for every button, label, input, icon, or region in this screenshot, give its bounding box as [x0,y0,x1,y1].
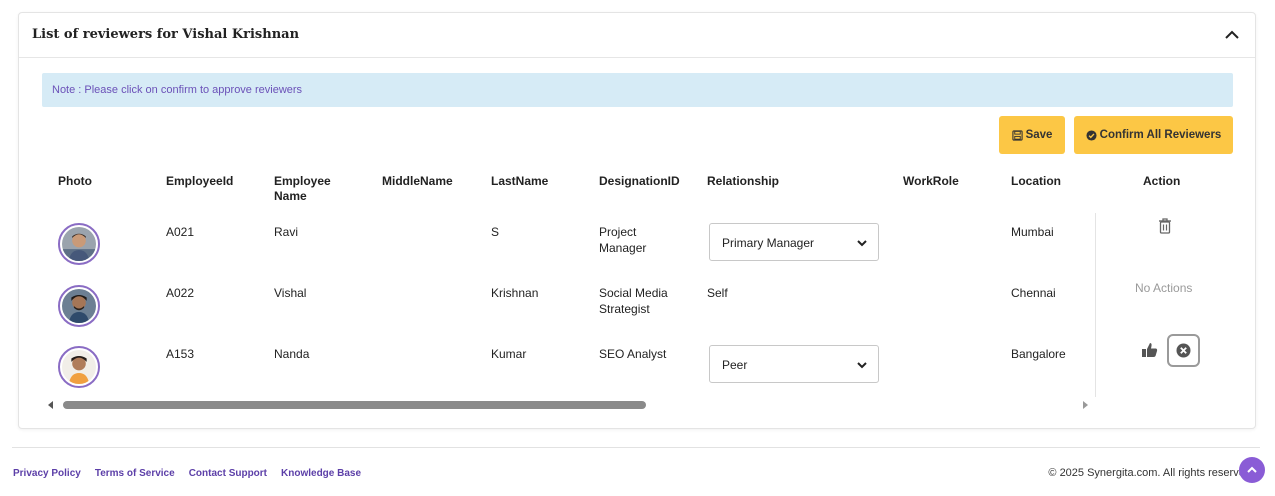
chevron-up-icon [1247,466,1257,473]
reject-button[interactable] [1167,334,1200,367]
scroll-right-arrow-icon[interactable] [1083,401,1088,409]
row2-designation-line2: Strategist [599,302,650,316]
row2-name: Vishal [274,286,307,300]
header-designation: DesignationID [599,174,680,188]
row3-designation: SEO Analyst [599,347,667,361]
save-button[interactable]: Save [999,116,1065,154]
person-photo-icon [62,227,96,261]
row1-designation: Project Manager [599,224,646,256]
footer-link-terms-of-service[interactable]: Terms of Service [95,468,175,479]
footer-divider [12,447,1260,448]
copyright-text: © 2025 Synergita.com. All rights reserve… [1048,467,1254,479]
footer-link-knowledge-base[interactable]: Knowledge Base [281,468,361,479]
row3-location: Bangalore [1011,347,1066,361]
footer-link-privacy-policy[interactable]: Privacy Policy [13,468,81,479]
check-circle-icon [1086,129,1097,141]
save-icon [1011,129,1023,141]
select-value: Primary Manager [722,236,815,250]
card-title: List of reviewers for Vishal Krishnan [32,27,300,42]
header-work-role: WorkRole [903,174,959,188]
header-employee-name-line2: Name [274,189,307,203]
row1-designation-line1: Project [599,225,637,239]
header-relationship: Relationship [707,174,780,188]
row2-employee-id: A022 [166,286,195,300]
info-note: Note : Please click on confirm to approv… [42,73,1233,107]
close-circle-icon [1176,343,1191,358]
action-column-divider [1095,213,1096,397]
row2-designation-line1: Social Media [599,286,668,300]
thumbs-up-icon[interactable] [1141,341,1159,359]
select-value: Peer [722,358,748,372]
header-middle-name: MiddleName [382,174,453,188]
header-location: Location [1011,174,1061,188]
row2-last-name: Krishnan [491,286,539,300]
row3-employee-id: A153 [166,347,195,361]
row2-relationship: Self [707,286,728,300]
chevron-down-icon [857,240,867,247]
note-text: Note : Please click on confirm to approv… [52,84,303,96]
row2-designation: Social Media Strategist [599,285,668,317]
header-last-name: LastName [491,174,549,188]
chevron-up-icon[interactable] [1223,26,1241,44]
relationship-select-row3[interactable]: Peer [709,345,879,383]
header-employee-name-line1: Employee [274,174,331,188]
confirm-button-label: Confirm All Reviewers [1099,129,1222,141]
scroll-left-arrow-icon[interactable] [48,401,53,409]
chevron-down-icon [857,362,867,369]
scroll-to-top-button[interactable] [1239,457,1265,483]
avatar [58,285,100,327]
header-employee-name: Employee Name [274,174,331,204]
footer-link-contact-support[interactable]: Contact Support [189,468,267,479]
header-photo: Photo [58,174,92,188]
no-actions-text: No Actions [1135,281,1193,295]
person-photo-icon [62,289,96,323]
row2-location: Chennai [1011,286,1056,300]
card-header: List of reviewers for Vishal Krishnan [19,13,1255,58]
row1-name: Ravi [274,225,299,239]
avatar [58,223,100,265]
relationship-select-row1[interactable]: Primary Manager [709,223,879,261]
horizontal-scrollbar[interactable] [41,398,1095,412]
footer-links: Privacy Policy Terms of Service Contact … [13,468,361,479]
confirm-all-reviewers-button[interactable]: Confirm All Reviewers [1074,116,1233,154]
avatar [58,346,100,388]
row3-name: Nanda [274,347,310,361]
row1-employee-id: A021 [166,225,195,239]
person-photo-icon [62,350,96,384]
trash-icon[interactable] [1157,217,1173,235]
reviewers-card: List of reviewers for Vishal Krishnan No… [18,12,1256,429]
row1-location: Mumbai [1011,225,1054,239]
header-employee-id: EmployeeId [166,174,234,188]
row1-designation-line2: Manager [599,241,647,255]
row1-last-name: S [491,225,500,239]
scrollbar-thumb[interactable] [63,401,646,409]
row3-last-name: Kumar [491,347,527,361]
header-action: Action [1143,174,1181,188]
save-button-label: Save [1025,129,1053,141]
